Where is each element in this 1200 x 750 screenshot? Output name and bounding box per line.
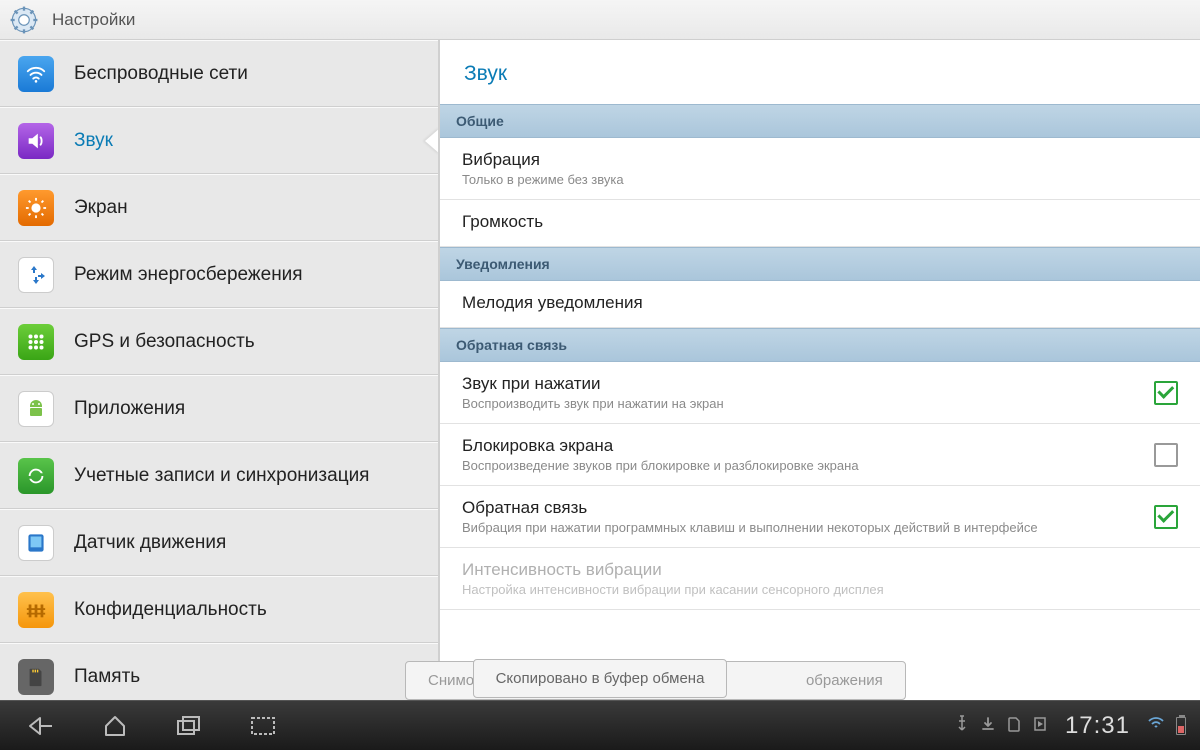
motion-icon [18, 525, 54, 561]
sidebar-item-label: Экран [74, 197, 128, 219]
settings-sidebar: Беспроводные сети Звук Экран Режим энерг… [0, 40, 440, 700]
sidebar-item-apps[interactable]: Приложения [0, 375, 438, 442]
sd-card-icon [18, 659, 54, 695]
wifi-icon [18, 56, 54, 92]
section-header-feedback: Обратная связь [440, 328, 1200, 362]
brightness-icon [18, 190, 54, 226]
row-volume[interactable]: Громкость [440, 200, 1200, 247]
row-subtitle: Воспроизводить звук при нажатии на экран [462, 396, 1134, 411]
row-title: Вибрация [462, 150, 1178, 170]
row-vibration-intensity[interactable]: Интенсивность вибрации Настройка интенси… [440, 548, 1200, 610]
sidebar-item-memory[interactable]: Память [0, 643, 438, 700]
sidebar-item-accounts-sync[interactable]: Учетные записи и синхронизация [0, 442, 438, 509]
sidebar-item-label: Конфиденциальность [74, 599, 267, 621]
media-status-icon [1033, 716, 1047, 735]
nav-recent-button[interactable] [152, 701, 226, 750]
sidebar-item-label: Приложения [74, 398, 185, 420]
app-title: Настройки [52, 10, 135, 30]
row-title: Звук при нажатии [462, 374, 1134, 394]
sidebar-item-label: Датчик движения [74, 532, 226, 554]
sidebar-item-display[interactable]: Экран [0, 174, 438, 241]
row-subtitle: Воспроизведение звуков при блокировке и … [462, 458, 1134, 473]
clock: 17:31 [1065, 712, 1130, 740]
nav-back-button[interactable] [4, 701, 78, 750]
sync-icon [18, 458, 54, 494]
row-subtitle: Только в режиме без звука [462, 172, 1178, 187]
usb-icon [955, 715, 969, 736]
nav-screenshot-button[interactable] [226, 701, 300, 750]
row-subtitle: Настройка интенсивности вибрации при кас… [462, 582, 1178, 597]
fence-icon [18, 592, 54, 628]
row-screen-lock-sounds[interactable]: Блокировка экрана Воспроизведение звуков… [440, 424, 1200, 486]
row-notification-ringtone[interactable]: Мелодия уведомления [440, 281, 1200, 328]
nav-home-button[interactable] [78, 701, 152, 750]
checkbox-screen-lock-sounds[interactable] [1154, 443, 1178, 467]
checkbox-haptic-feedback[interactable] [1154, 505, 1178, 529]
speaker-icon [18, 123, 54, 159]
row-subtitle: Вибрация при нажатии программных клавиш … [462, 520, 1134, 535]
sd-card-status-icon [1007, 716, 1021, 735]
row-title: Мелодия уведомления [462, 293, 1178, 313]
checkbox-touch-sounds[interactable] [1154, 381, 1178, 405]
sidebar-item-label: Звук [74, 130, 113, 152]
sidebar-item-motion[interactable]: Датчик движения [0, 509, 438, 576]
grid-icon [18, 324, 54, 360]
system-navbar: 17:31 [0, 700, 1200, 750]
sidebar-item-privacy[interactable]: Конфиденциальность [0, 576, 438, 643]
sidebar-item-sound[interactable]: Звук [0, 107, 438, 174]
battery-status-icon [1176, 717, 1186, 735]
sidebar-item-gps-security[interactable]: GPS и безопасность [0, 308, 438, 375]
download-icon [981, 716, 995, 735]
row-title: Громкость [462, 212, 1178, 232]
row-title: Интенсивность вибрации [462, 560, 1178, 580]
section-header-notifications: Уведомления [440, 247, 1200, 281]
settings-gear-icon [10, 6, 38, 34]
android-icon [18, 391, 54, 427]
sidebar-item-label: Режим энергосбережения [74, 264, 303, 286]
row-haptic-feedback[interactable]: Обратная связь Вибрация при нажатии прог… [440, 486, 1200, 548]
row-title: Обратная связь [462, 498, 1134, 518]
page-title: Звук [440, 40, 1200, 104]
recycle-icon [18, 257, 54, 293]
sidebar-item-wireless[interactable]: Беспроводные сети [0, 40, 438, 107]
wifi-status-icon [1148, 717, 1164, 734]
app-header: Настройки [0, 0, 1200, 40]
row-touch-sounds[interactable]: Звук при нажатии Воспроизводить звук при… [440, 362, 1200, 424]
row-vibration[interactable]: Вибрация Только в режиме без звука [440, 138, 1200, 200]
sidebar-item-label: Беспроводные сети [74, 63, 248, 85]
content-pane: Звук Общие Вибрация Только в режиме без … [440, 40, 1200, 700]
sidebar-item-label: Учетные записи и синхронизация [74, 465, 369, 487]
sidebar-item-label: Память [74, 666, 140, 688]
sidebar-item-power-saving[interactable]: Режим энергосбережения [0, 241, 438, 308]
status-tray[interactable]: 17:31 [955, 712, 1196, 740]
sidebar-item-label: GPS и безопасность [74, 331, 255, 353]
section-header-general: Общие [440, 104, 1200, 138]
row-title: Блокировка экрана [462, 436, 1134, 456]
